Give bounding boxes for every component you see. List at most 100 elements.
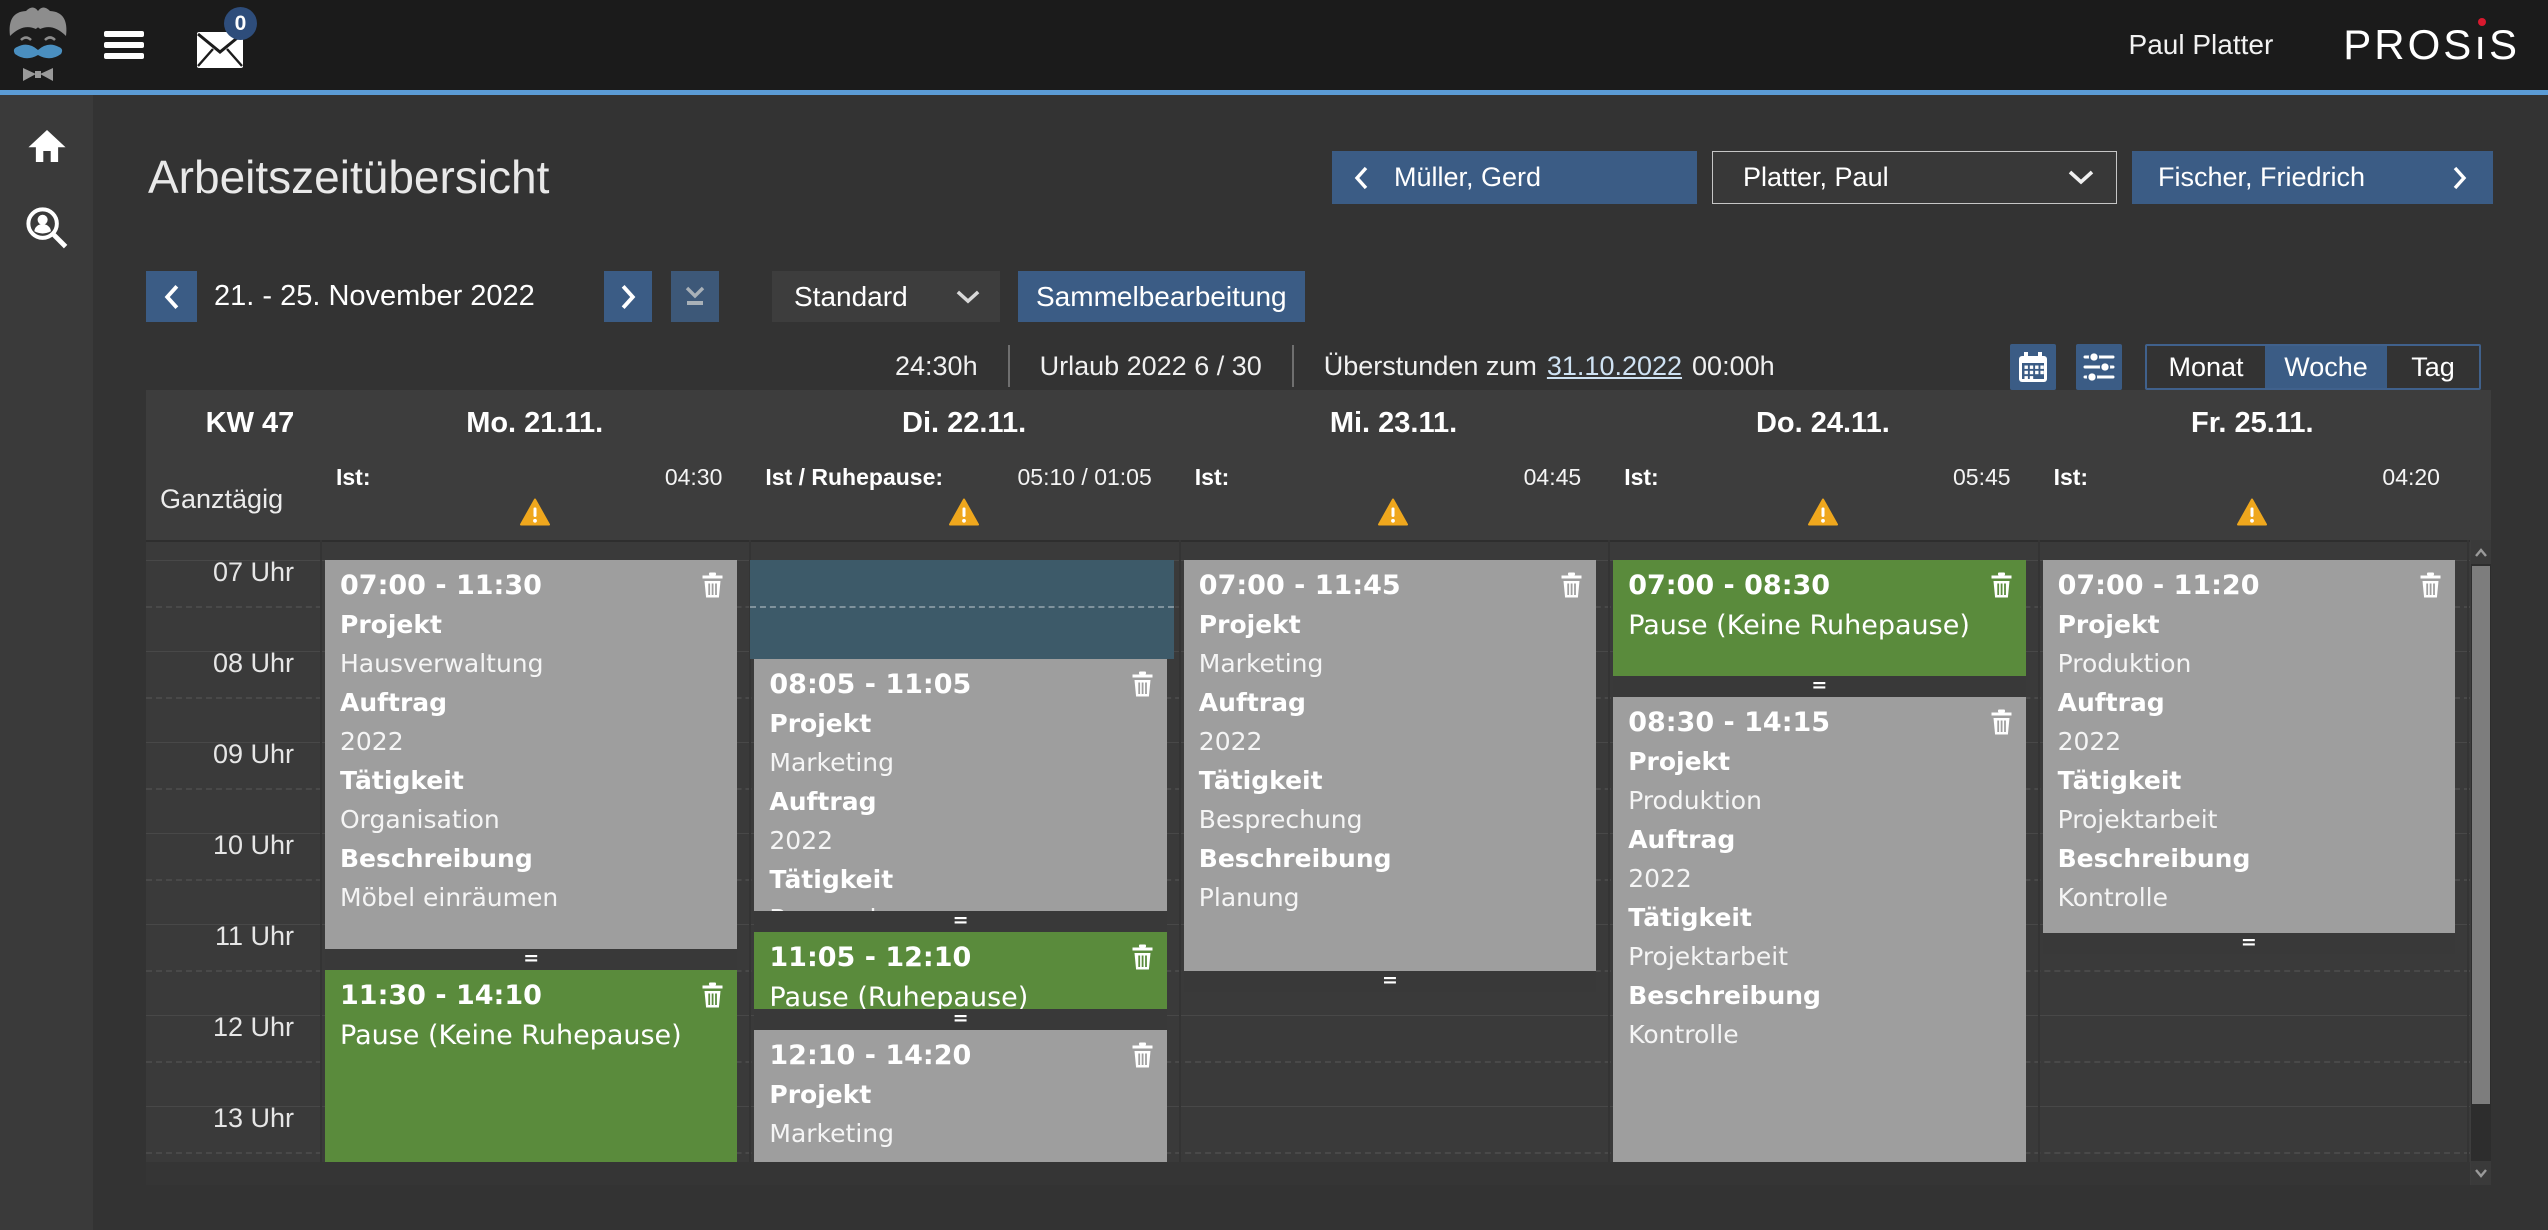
view-day-tab[interactable]: Tag xyxy=(2387,346,2479,388)
topbar: 0 Paul Platter PROSıS xyxy=(0,0,2548,95)
resize-handle[interactable]: = xyxy=(2043,933,2455,954)
filter-sliders-icon[interactable] xyxy=(2076,344,2122,390)
event-card[interactable]: 07:00 - 11:45 ProjektMarketingAuftrag202… xyxy=(1184,560,1596,992)
day-column: 07:00 - 08:30 Pause (Keine Ruhepause)=08… xyxy=(1608,540,2037,1162)
event-field-label: Beschreibung xyxy=(340,839,723,878)
event-body: 12:10 - 14:20 ProjektMarketingAuftrag xyxy=(754,1030,1166,1162)
day-subheader: Ist:04:20 xyxy=(2038,456,2467,540)
day-column: 07:00 - 11:45 ProjektMarketingAuftrag202… xyxy=(1179,540,1608,1162)
allday-label: Ganztägig xyxy=(160,484,283,515)
event-card[interactable]: 11:05 - 12:10 Pause (Ruhepause)= xyxy=(754,932,1166,1031)
ist-value: 04:45 xyxy=(1524,464,1582,491)
event-card[interactable]: 08:30 - 14:15 ProjektProduktionAuftrag20… xyxy=(1613,697,2025,1163)
day-subheader: Ist:04:30 xyxy=(320,456,749,540)
delete-icon[interactable] xyxy=(1132,1042,1153,1072)
event-card[interactable]: 07:00 - 11:20 ProjektProduktionAuftrag20… xyxy=(2043,560,2455,954)
delete-icon[interactable] xyxy=(2420,572,2441,602)
profile-select[interactable]: Standard xyxy=(772,271,1000,322)
resize-handle[interactable]: = xyxy=(1613,676,2025,697)
delete-icon[interactable] xyxy=(1991,709,2012,739)
event-time: 07:00 - 11:20 xyxy=(2058,570,2260,601)
next-person-button[interactable]: Fischer, Friedrich xyxy=(2132,151,2493,204)
delete-icon[interactable] xyxy=(1132,671,1153,701)
scrollbar-thumb[interactable] xyxy=(2472,566,2490,1104)
event-card[interactable]: 07:00 - 08:30 Pause (Keine Ruhepause)= xyxy=(1613,560,2025,697)
event-time: 07:00 - 11:30 xyxy=(340,570,542,601)
day-header: Mi. 23.11. xyxy=(1179,390,1608,456)
person-search-icon[interactable] xyxy=(0,199,93,259)
resize-handle[interactable]: = xyxy=(325,949,737,970)
event-field-value: Möbel einräumen xyxy=(340,878,723,917)
next-week-button[interactable] xyxy=(604,271,652,322)
prev-person-button[interactable]: Müller, Gerd xyxy=(1332,151,1697,204)
sidebar xyxy=(0,95,93,1230)
view-week-tab[interactable]: Woche xyxy=(2268,346,2384,388)
event-field-value: Marketing xyxy=(1199,644,1582,683)
bulk-edit-button[interactable]: Sammelbearbeitung xyxy=(1018,271,1305,322)
scroll-down-icon[interactable] xyxy=(2471,1161,2491,1185)
event-time: 08:05 - 11:05 xyxy=(769,669,971,700)
person-select[interactable]: Platter, Paul xyxy=(1712,151,2117,204)
event-field-label: Projekt xyxy=(1199,605,1582,644)
delete-icon[interactable] xyxy=(1561,572,1582,602)
warning-icon xyxy=(519,498,550,526)
view-month-tab[interactable]: Monat xyxy=(2147,346,2265,388)
event-field-label: Beschreibung xyxy=(1199,839,1582,878)
total-hours: 24:30h xyxy=(895,351,978,382)
week-number-label: KW 47 xyxy=(146,390,320,456)
event-head: 07:00 - 11:30 xyxy=(340,570,723,602)
event-field-value: Produktion xyxy=(1628,781,2011,820)
overtime-value: 00:00h xyxy=(1692,351,1775,381)
app-logo-icon[interactable] xyxy=(6,4,70,84)
warning-icon xyxy=(2237,498,2268,526)
event-body: 07:00 - 11:45 ProjektMarketingAuftrag202… xyxy=(1184,560,1596,971)
ist-label: Ist / Ruhepause: xyxy=(765,464,943,491)
chevron-down-icon xyxy=(2068,170,2094,185)
event-field-label: Auftrag xyxy=(1199,683,1582,722)
day-column: 08:05 - 11:05 ProjektMarketingAuftrag202… xyxy=(749,540,1178,1162)
summary-row: 24:30h Urlaub 2022 6 / 30 Überstunden zu… xyxy=(895,340,1775,392)
event-body: 07:00 - 11:20 ProjektProduktionAuftrag20… xyxy=(2043,560,2455,933)
event-card[interactable]: 07:00 - 11:30 ProjektHausverwaltungAuftr… xyxy=(325,560,737,970)
event-head: 11:05 - 12:10 xyxy=(769,942,1152,974)
event-field-label: Projekt xyxy=(1628,742,2011,781)
event-card[interactable]: 11:30 - 14:10 Pause (Keine Ruhepause) xyxy=(325,970,737,1163)
home-icon[interactable] xyxy=(0,117,93,177)
event-field-value: Projektarbeit xyxy=(2058,800,2441,839)
resize-handle[interactable]: = xyxy=(754,911,1166,932)
menu-icon[interactable] xyxy=(104,31,146,61)
event-field-label: Tätigkeit xyxy=(1628,898,2011,937)
scroll-up-icon[interactable] xyxy=(2471,540,2491,564)
event-card[interactable]: 12:10 - 14:20 ProjektMarketingAuftrag xyxy=(754,1030,1166,1162)
resize-handle[interactable]: = xyxy=(754,1009,1166,1030)
event-field-value: 2022 xyxy=(1628,859,2011,898)
person-select-value: Platter, Paul xyxy=(1743,162,1889,193)
delete-icon[interactable] xyxy=(1132,944,1153,974)
scrollbar[interactable] xyxy=(2471,540,2491,1185)
day-column: 07:00 - 11:30 ProjektHausverwaltungAuftr… xyxy=(320,540,749,1162)
event-time: 12:10 - 14:20 xyxy=(769,1040,971,1071)
event-field-value: Projektarbeit xyxy=(1628,937,2011,976)
user-name[interactable]: Paul Platter xyxy=(2129,29,2274,61)
prev-week-button[interactable] xyxy=(146,271,197,322)
delete-icon[interactable] xyxy=(702,572,723,602)
event-field-label: Auftrag xyxy=(769,782,1152,821)
overtime-date-link[interactable]: 31.10.2022 xyxy=(1547,351,1682,381)
mail-icon[interactable]: 0 xyxy=(197,32,273,90)
jump-to-current-icon[interactable] xyxy=(671,271,719,322)
resize-handle[interactable]: = xyxy=(1184,971,1596,992)
event-field-value: Hausverwaltung xyxy=(340,644,723,683)
calendar-icon[interactable] xyxy=(2010,344,2056,390)
delete-icon[interactable] xyxy=(1991,572,2012,602)
event-field-label: Auftrag xyxy=(340,683,723,722)
selection-marker xyxy=(750,560,1173,659)
event-time: 07:00 - 08:30 xyxy=(1628,570,1830,601)
event-field-value: 2022 xyxy=(340,722,723,761)
hour-label: 07 Uhr xyxy=(146,558,294,586)
ist-label: Ist: xyxy=(336,464,371,491)
event-card[interactable]: 08:05 - 11:05 ProjektMarketingAuftrag202… xyxy=(754,659,1166,932)
brand-red-dot xyxy=(2478,18,2486,26)
event-field-label: Beschreibung xyxy=(1628,976,2011,1015)
ist-label: Ist: xyxy=(2054,464,2089,491)
delete-icon[interactable] xyxy=(702,982,723,1012)
